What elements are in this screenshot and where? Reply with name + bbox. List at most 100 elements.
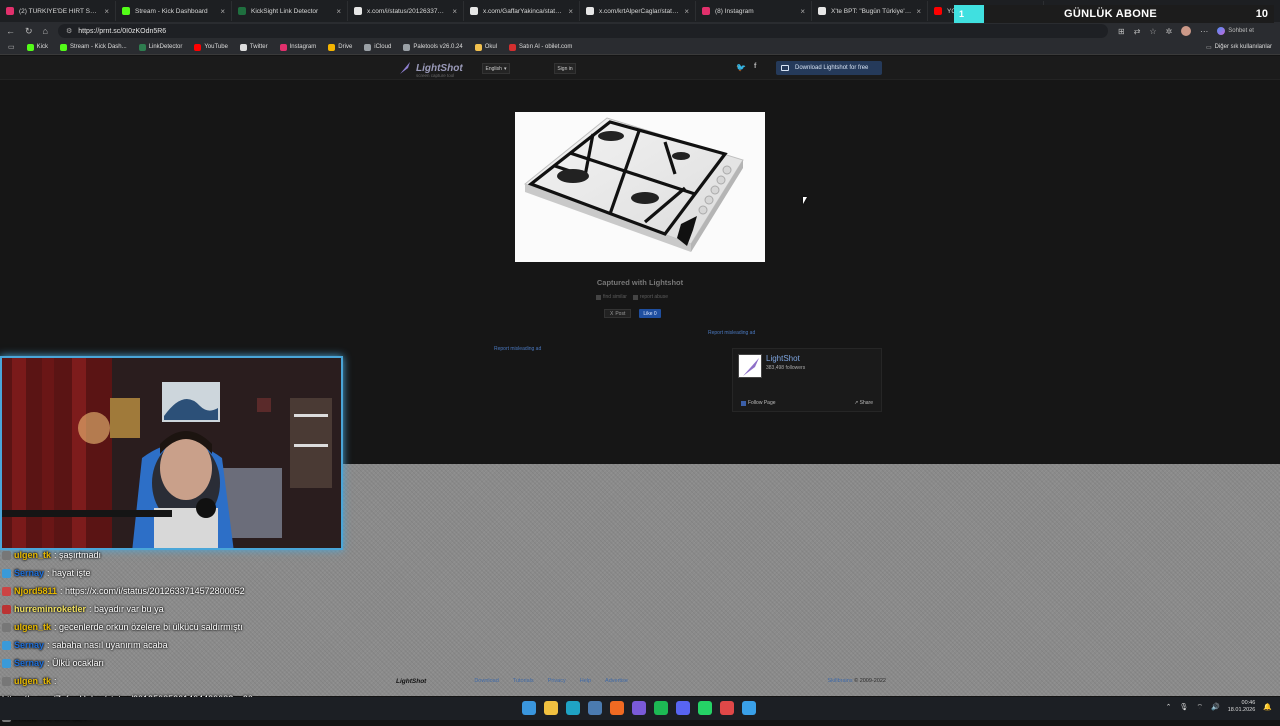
- edge-icon[interactable]: [566, 701, 580, 715]
- lightshot-logo[interactable]: LightShot screen capture tool: [398, 61, 463, 78]
- follow-page-button[interactable]: Follow Page: [741, 400, 776, 406]
- browser-tab[interactable]: x.com/krtAlperCaglar/status/201 ×: [580, 1, 696, 21]
- install-app-icon[interactable]: ⊞: [1118, 27, 1125, 36]
- tab-favicon-icon: [818, 7, 826, 15]
- snipping-icon[interactable]: [720, 701, 734, 715]
- windows-start-icon[interactable]: [522, 701, 536, 715]
- signin-button[interactable]: Sign in: [554, 63, 576, 74]
- bookmark-star-icon[interactable]: ☆: [1149, 27, 1156, 36]
- find-similar-link[interactable]: find similar: [596, 294, 627, 300]
- browser-tab[interactable]: X'te BPT: "Bugün Türkiye'nin 55 ×: [812, 1, 928, 21]
- bookmark-item[interactable]: Twitter: [239, 43, 268, 51]
- bookmark-item[interactable]: LinkDetector: [138, 43, 182, 51]
- footer-logo[interactable]: LightShot: [396, 678, 426, 685]
- bookmark-item[interactable]: Kick: [26, 43, 48, 51]
- lightshot-page-avatar[interactable]: [738, 354, 762, 378]
- volume-icon[interactable]: 🔊: [1211, 703, 1220, 711]
- spotify-icon[interactable]: [654, 701, 668, 715]
- chat-badge-icon: [2, 550, 11, 560]
- chat-button-label: Sohbet et: [1228, 28, 1254, 34]
- obs-icon[interactable]: [632, 701, 646, 715]
- browser-tab[interactable]: (2) TÜRKİYE'DE HIRT SORUNU: K ×: [0, 1, 116, 21]
- mic-icon[interactable]: 🎙: [1180, 703, 1189, 711]
- steam-icon[interactable]: [588, 701, 602, 715]
- notepad-icon[interactable]: [742, 701, 756, 715]
- report-misleading-ad-link[interactable]: Report misleading ad: [494, 346, 541, 352]
- browser-tab[interactable]: x.com/GaffarYakinca/status/201 ×: [464, 1, 580, 21]
- bookmark-item[interactable]: Instagram: [279, 43, 316, 51]
- fb-share-button[interactable]: ↗ Share: [854, 400, 873, 406]
- twitter-icon[interactable]: 🐦: [736, 63, 746, 72]
- chat-message: Sernay: sabaha nasıl uyanırım acaba: [2, 636, 382, 654]
- download-lightshot-button[interactable]: Download Lightshot for free: [776, 61, 882, 75]
- chat-text: : Ülkü ocakları: [47, 658, 105, 668]
- chat-badge-icon: [2, 658, 11, 668]
- site-info-icon[interactable]: ⚙: [66, 27, 72, 35]
- chat-button[interactable]: Sohbet et: [1217, 27, 1254, 35]
- home-icon[interactable]: ⌂: [43, 26, 48, 36]
- tab-close-icon[interactable]: ×: [916, 7, 921, 16]
- browser-tab[interactable]: KickSight Link Detector ×: [232, 1, 348, 21]
- chat-badge-icon: [2, 622, 11, 632]
- bookmark-item[interactable]: Satın Al - obilet.com: [509, 43, 572, 51]
- tab-favicon-icon: [470, 7, 478, 15]
- footer-link-tutorials[interactable]: Tutorials: [513, 678, 534, 684]
- reading-mode-icon[interactable]: ▭: [8, 43, 15, 51]
- report-misleading-ad-link[interactable]: Report misleading ad: [708, 330, 755, 336]
- browser-tab[interactable]: x.com/i/status/201263371457280 ×: [348, 1, 464, 21]
- language-select[interactable]: English ▾: [482, 63, 510, 74]
- extensions-icon[interactable]: ✲: [1166, 27, 1173, 36]
- bookmark-item[interactable]: YouTube: [194, 43, 228, 51]
- back-icon[interactable]: ←: [6, 26, 15, 36]
- footer-link-advertise[interactable]: Advertise: [605, 678, 628, 684]
- discord-icon[interactable]: [676, 701, 690, 715]
- translate-icon[interactable]: ⇄: [1134, 27, 1141, 36]
- footer-link-privacy[interactable]: Privacy: [548, 678, 566, 684]
- bookmark-item[interactable]: Okul: [474, 43, 498, 51]
- browser-tab[interactable]: (8) Instagram ×: [696, 1, 812, 21]
- social-links: 🐦 f: [736, 63, 756, 72]
- clock[interactable]: 00:46 18.01.2026: [1228, 700, 1256, 714]
- chat-message: Njord5811: https://x.com/i/status/201263…: [2, 582, 382, 600]
- tray-chevron-icon[interactable]: ⌃: [1166, 703, 1172, 711]
- footer-link-help[interactable]: Help: [580, 678, 591, 684]
- bookmark-label: Stream - Kick Dash...: [69, 44, 127, 50]
- facebook-icon[interactable]: f: [754, 63, 756, 72]
- tab-favicon-icon: [702, 7, 710, 15]
- x-post-button[interactable]: X Post: [604, 309, 632, 318]
- reload-icon[interactable]: ↻: [25, 26, 33, 37]
- fb-page-name[interactable]: LightShot: [766, 354, 800, 363]
- bookmark-item[interactable]: Stream - Kick Dash...: [59, 43, 127, 51]
- other-bookmarks-folder[interactable]: ▭ Diğer sık kullanılanlar: [1206, 44, 1272, 51]
- captured-screenshot-image[interactable]: [515, 112, 765, 262]
- menu-icon[interactable]: ⋯: [1200, 27, 1208, 36]
- browser-tab[interactable]: Stream - Kick Dashboard ×: [116, 1, 232, 21]
- whatsapp-icon[interactable]: [698, 701, 712, 715]
- facebook-like-button[interactable]: Like 0: [639, 309, 661, 318]
- tab-title: x.com/i/status/201263371457280: [367, 7, 448, 15]
- url-field[interactable]: ⚙ https://prnt.sc/0I0zKOdn5R6: [57, 24, 1108, 38]
- chat-badge-icon: [2, 568, 11, 578]
- tab-close-icon[interactable]: ×: [220, 7, 225, 16]
- bookmark-item[interactable]: Paletools v26.0.24: [403, 43, 463, 51]
- footer-link-download[interactable]: Download: [474, 678, 498, 684]
- bookmark-item[interactable]: Drive: [328, 43, 352, 51]
- footer-company-link[interactable]: Skillbrains: [828, 678, 853, 684]
- tab-title: X'te BPT: "Bugün Türkiye'nin 55: [831, 7, 912, 15]
- sub-goal-box: 1: [954, 5, 984, 23]
- bookmark-item[interactable]: iCloud: [364, 43, 391, 51]
- notification-icon[interactable]: 🔔: [1263, 703, 1272, 711]
- chat-text: : sabaha nasıl uyanırım acaba: [47, 640, 168, 650]
- tab-close-icon[interactable]: ×: [800, 7, 805, 16]
- tab-close-icon[interactable]: ×: [452, 7, 457, 16]
- network-icon[interactable]: ⌔: [1196, 703, 1203, 712]
- report-abuse-link[interactable]: report abuse: [632, 294, 668, 300]
- brave-icon[interactable]: [610, 701, 624, 715]
- tab-close-icon[interactable]: ×: [684, 7, 689, 16]
- file-explorer-icon[interactable]: [544, 701, 558, 715]
- tab-close-icon[interactable]: ×: [104, 7, 109, 16]
- tab-close-icon[interactable]: ×: [336, 7, 341, 16]
- profile-avatar[interactable]: [1181, 26, 1192, 36]
- bookmark-label: Okul: [484, 44, 498, 50]
- tab-close-icon[interactable]: ×: [568, 7, 573, 16]
